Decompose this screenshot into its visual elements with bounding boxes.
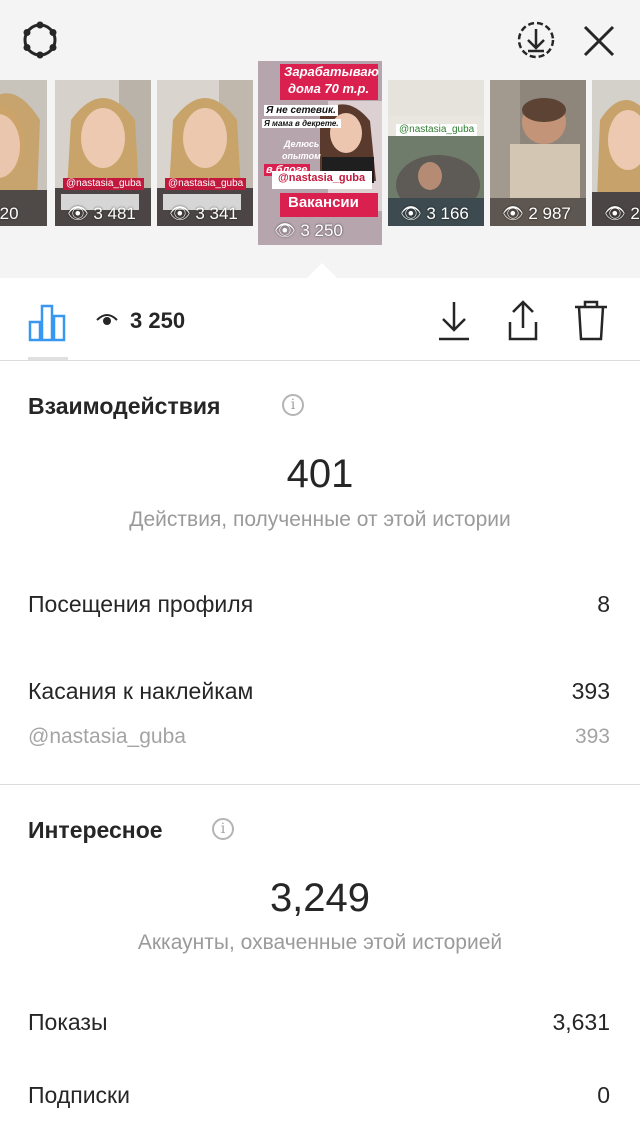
story-line-2: Я мама в декрете. — [262, 119, 341, 128]
sticker-mention-label[interactable]: @nastasia_guba — [28, 725, 186, 749]
follows-value: 0 — [597, 1082, 610, 1108]
story-thumbnail[interactable]: @nastasia_guba 👁 3 341 — [157, 80, 253, 226]
sticker-taps-value: 393 — [571, 678, 610, 704]
discovery-title: Интересное — [28, 817, 163, 843]
story-view-count: 👁 2 987 — [502, 204, 571, 223]
story-view-value: 2 … — [630, 204, 640, 223]
info-icon[interactable]: i — [282, 394, 304, 416]
interactions-title: Взаимодействия — [28, 393, 221, 419]
interactions-total: 401 — [286, 452, 354, 496]
story-mention-sticker: @nastasia_guba — [165, 178, 247, 190]
sticker-taps-label: Касания к наклейкам — [28, 678, 254, 704]
story-view-count: 👁 3 481 — [67, 204, 136, 223]
story-view-value: 3 481 — [93, 204, 136, 223]
story-view-count: 👁 3 166 — [400, 204, 469, 223]
interactions-total-caption: Действия, полученные от этой истории — [129, 508, 511, 531]
story-thumbnail[interactable]: @nastasia_guba 👁 3 481 — [55, 80, 151, 226]
eye-icon — [96, 312, 118, 328]
story-view-value: 2 987 — [528, 204, 571, 223]
section-divider — [0, 784, 640, 785]
story-mention-sticker: @nastasia_guba — [63, 178, 145, 190]
views-count: 3 250 — [130, 308, 186, 333]
story-toolbar: 3 250 — [0, 280, 640, 360]
insights-bar-chart-icon[interactable] — [28, 302, 68, 342]
story-view-count: 👁 2 … — [604, 204, 640, 224]
profile-visits-label: Посещения профиля — [28, 591, 254, 617]
profile-visits-value: 8 — [597, 591, 610, 617]
selected-story-thumbnail[interactable]: Зарабатываю дома 70 т.р. Я не сетевик. Я… — [258, 61, 382, 245]
story-thumbnail[interactable]: 👁 2 987 — [490, 80, 586, 226]
follows-label: Подписки — [28, 1082, 130, 1108]
impressions-value: 3,631 — [552, 1009, 610, 1035]
story-mention: @nastasia_guba — [278, 172, 366, 184]
download-circle-icon[interactable] — [514, 18, 558, 62]
story-mention-sticker: @nastasia_guba — [396, 124, 478, 136]
story-view-value: 3 166 — [426, 204, 469, 223]
story-note-1: Делюсь — [284, 139, 320, 149]
discovery-total-caption: Аккаунты, охваченные этой историей — [137, 931, 503, 954]
story-view-count: 4 620 — [0, 204, 19, 223]
settings-icon[interactable] — [18, 18, 62, 62]
story-view-count: 👁 3 341 — [169, 204, 238, 223]
discovery-total: 3,249 — [269, 876, 371, 920]
story-headline-2: дома 70 т.р. — [288, 81, 370, 96]
share-icon[interactable] — [504, 298, 542, 342]
sticker-mention-value: 393 — [574, 725, 610, 748]
story-view-count: 👁 3 250 — [274, 221, 343, 240]
story-thumbnail[interactable]: 4 620 — [0, 80, 47, 226]
selection-pointer — [306, 263, 338, 279]
story-thumbnail[interactable]: 👁 2 … — [592, 80, 640, 226]
story-note-2: опытом — [282, 151, 321, 161]
toolbar-divider — [0, 360, 640, 361]
story-thumbnail[interactable]: @nastasia_guba 👁 3 166 — [388, 80, 484, 226]
info-icon[interactable]: i — [212, 818, 234, 840]
story-headline-1: Зарабатываю — [284, 64, 379, 79]
trash-icon[interactable] — [572, 298, 610, 342]
story-view-value: 3 341 — [195, 204, 238, 223]
story-view-value: 3 250 — [300, 221, 343, 240]
close-icon[interactable] — [578, 20, 620, 62]
story-cta-sticker: Вакансии — [288, 194, 359, 211]
download-icon[interactable] — [436, 300, 472, 342]
story-line-1: Я не сетевик. — [264, 105, 338, 116]
impressions-label: Показы — [28, 1009, 108, 1035]
